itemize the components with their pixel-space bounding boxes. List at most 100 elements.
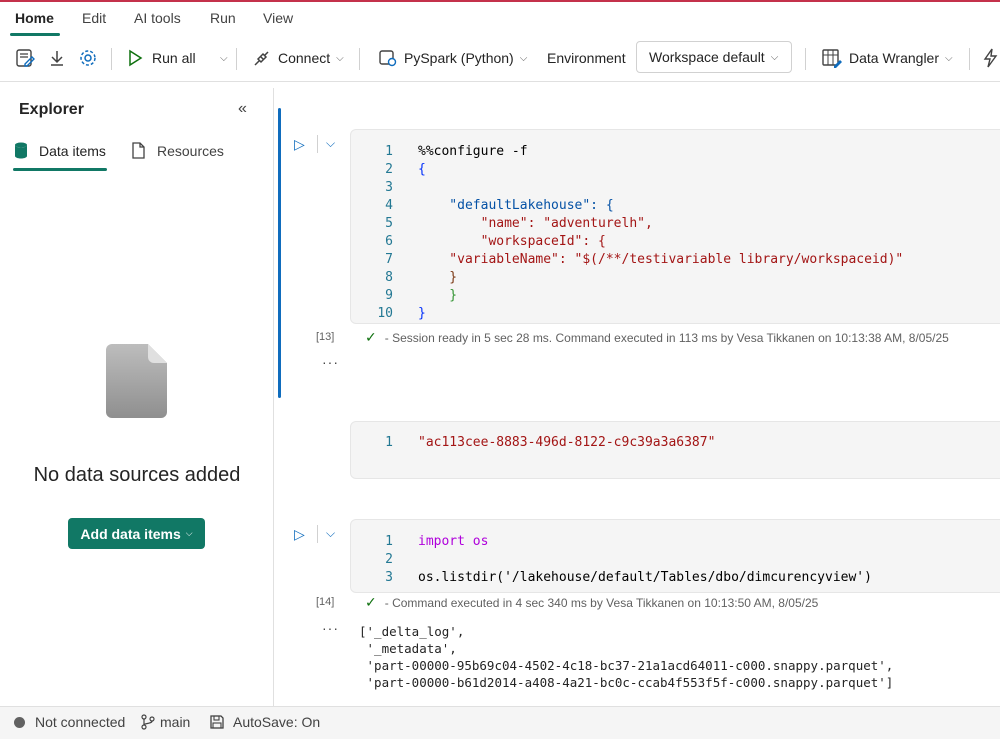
- tab-view[interactable]: View: [263, 10, 293, 26]
- line-number: 3: [385, 180, 393, 195]
- checkmark-icon: ✓: [365, 594, 377, 610]
- add-data-items-label: Add data items: [80, 525, 181, 542]
- toolbar-divider: [359, 48, 360, 70]
- connect-label: Connect: [278, 50, 331, 66]
- line-number: 4: [385, 198, 393, 213]
- chevron-down-icon: ⌵: [185, 528, 193, 538]
- code-cell-2[interactable]: 1 "ac113cee-8883-496d-8122-c9c39a3a6387": [350, 421, 1000, 479]
- tab-resources-label: Resources: [157, 142, 224, 159]
- output-ellipsis-icon[interactable]: ···: [322, 620, 339, 636]
- line-number: 8: [385, 270, 393, 285]
- environment-dropdown[interactable]: Workspace default ⌵: [636, 41, 792, 73]
- line-number: 5: [385, 216, 393, 231]
- notebook-save-icon: [16, 49, 35, 67]
- cell-output: ['_delta_log', '_metadata', 'part-00000-…: [359, 623, 893, 691]
- code-line: }: [418, 288, 458, 303]
- code-line: %%configure -f: [418, 144, 528, 159]
- download-button[interactable]: [47, 36, 67, 80]
- connection-status[interactable]: Not connected: [14, 714, 125, 730]
- execution-count: [14]: [316, 596, 335, 608]
- cell-status-text: - Command executed in 4 sec 340 ms by Ve…: [384, 595, 819, 610]
- data-wrangler-button[interactable]: Data Wrangler ⌵: [821, 36, 953, 80]
- code-cell-1[interactable]: 1 %%configure -f 2 { 3 4 "defaultLakehouse…: [350, 129, 1000, 324]
- toolbar-divider: [969, 48, 970, 70]
- active-tab-indicator: [13, 168, 107, 171]
- tab-data-items-label: Data items: [39, 142, 106, 159]
- language-selector[interactable]: PySpark (Python) ⌵: [378, 36, 527, 80]
- database-icon: [15, 142, 27, 159]
- output-line: 'part-00000-b61d2014-a408-4a21-bc0c-ccab…: [359, 675, 894, 690]
- data-wrangler-label: Data Wrangler: [849, 50, 940, 66]
- code-line: os.listdir('/lakehouse/default/Tables/db…: [418, 570, 872, 585]
- environment-value: Workspace default: [649, 49, 765, 65]
- code-line: }: [418, 306, 426, 321]
- output-ellipsis-icon[interactable]: ···: [322, 354, 339, 370]
- tab-run[interactable]: Run: [210, 10, 236, 26]
- chevron-down-icon: ⌵: [770, 51, 779, 63]
- connection-status-label: Not connected: [35, 714, 126, 730]
- document-icon: [132, 142, 145, 159]
- code-line: "ac113cee-8883-496d-8122-c9c39a3a6387": [418, 435, 716, 450]
- branch-indicator[interactable]: main: [141, 714, 190, 730]
- collapse-cell-chevron-icon[interactable]: ⌵: [326, 136, 335, 151]
- collapse-cell-chevron-icon[interactable]: ⌵: [326, 526, 335, 541]
- cell-status: ✓ - Command executed in 4 sec 340 ms by …: [365, 594, 818, 611]
- notebook-canvas: ▷ ⌵ 1 %%configure -f 2 { 3 4 "defaultLakeh…: [275, 88, 1000, 706]
- run-cell-button[interactable]: ▷: [294, 136, 305, 153]
- git-branch-icon: [141, 714, 155, 730]
- toolbar-divider: [236, 48, 237, 70]
- environment-label: Environment: [547, 50, 626, 66]
- run-all-button[interactable]: Run all: [126, 36, 196, 80]
- line-number: 7: [385, 252, 393, 267]
- tab-data-items[interactable]: Data items: [14, 142, 106, 159]
- cell-status-text: - Session ready in 5 sec 28 ms. Command …: [384, 330, 949, 345]
- save-notebook-button[interactable]: [14, 36, 36, 80]
- chevron-down-icon: ⌵: [945, 52, 953, 64]
- ribbon-toolbar: Run all ⌵ Connect ⌵ PySpark (Python) ⌵ E…: [0, 36, 1000, 82]
- line-number: 1: [385, 534, 393, 549]
- data-wrangler-icon: [822, 49, 842, 68]
- save-icon: [210, 715, 224, 729]
- plug-icon: [254, 51, 269, 66]
- checkmark-icon: ✓: [365, 329, 377, 345]
- empty-state-message: No data sources added: [33, 464, 241, 486]
- menu-bar: Home Edit AI tools Run View: [0, 2, 1000, 36]
- lightning-icon: [983, 48, 998, 68]
- empty-file-icon: [106, 343, 168, 422]
- output-line: 'part-00000-95b69c04-4502-4c18-bc37-21a1…: [359, 658, 894, 673]
- autosave-indicator[interactable]: AutoSave: On: [209, 714, 320, 730]
- run-all-dropdown[interactable]: ⌵: [214, 36, 228, 80]
- code-line: import os: [418, 534, 489, 549]
- tab-ai-tools[interactable]: AI tools: [134, 10, 181, 26]
- code-line: }: [418, 270, 458, 285]
- branch-label: main: [160, 714, 191, 730]
- autosave-label: AutoSave: On: [233, 714, 321, 730]
- toolbar-divider: [805, 48, 806, 70]
- collapse-pane-icon[interactable]: «: [238, 100, 247, 118]
- chevron-down-icon: ⌵: [220, 52, 228, 64]
- tab-resources[interactable]: Resources: [131, 142, 224, 159]
- run-cell-button[interactable]: ▷: [294, 526, 305, 543]
- settings-button[interactable]: [78, 36, 98, 80]
- copilot-button[interactable]: [982, 36, 1000, 80]
- line-number: 10: [377, 306, 393, 321]
- status-dot-icon: [14, 716, 25, 728]
- line-number: 2: [385, 162, 393, 177]
- chevron-down-icon: ⌵: [336, 52, 344, 64]
- connect-button[interactable]: Connect ⌵: [252, 36, 344, 80]
- code-line: "defaultLakehouse": {: [418, 198, 614, 213]
- play-icon: [129, 49, 143, 67]
- code-cell-3[interactable]: 1 import os 2 3 os.listdir('/lakehouse/def…: [350, 519, 1000, 593]
- active-cell-indicator: [278, 108, 281, 398]
- explorer-title: Explorer: [19, 101, 84, 118]
- add-data-items-button[interactable]: Add data items ⌵: [68, 518, 205, 549]
- cell-status: ✓ - Session ready in 5 sec 28 ms. Comman…: [365, 329, 949, 346]
- output-line: '_metadata',: [359, 641, 457, 656]
- line-number: 6: [385, 234, 393, 249]
- tab-home[interactable]: Home: [15, 10, 54, 26]
- gutter-divider: [317, 135, 318, 153]
- chevron-down-icon: ⌵: [519, 52, 528, 64]
- tab-edit[interactable]: Edit: [82, 10, 106, 26]
- status-bar: Not connected main AutoSave: On: [0, 706, 1000, 739]
- download-icon: [51, 51, 63, 66]
